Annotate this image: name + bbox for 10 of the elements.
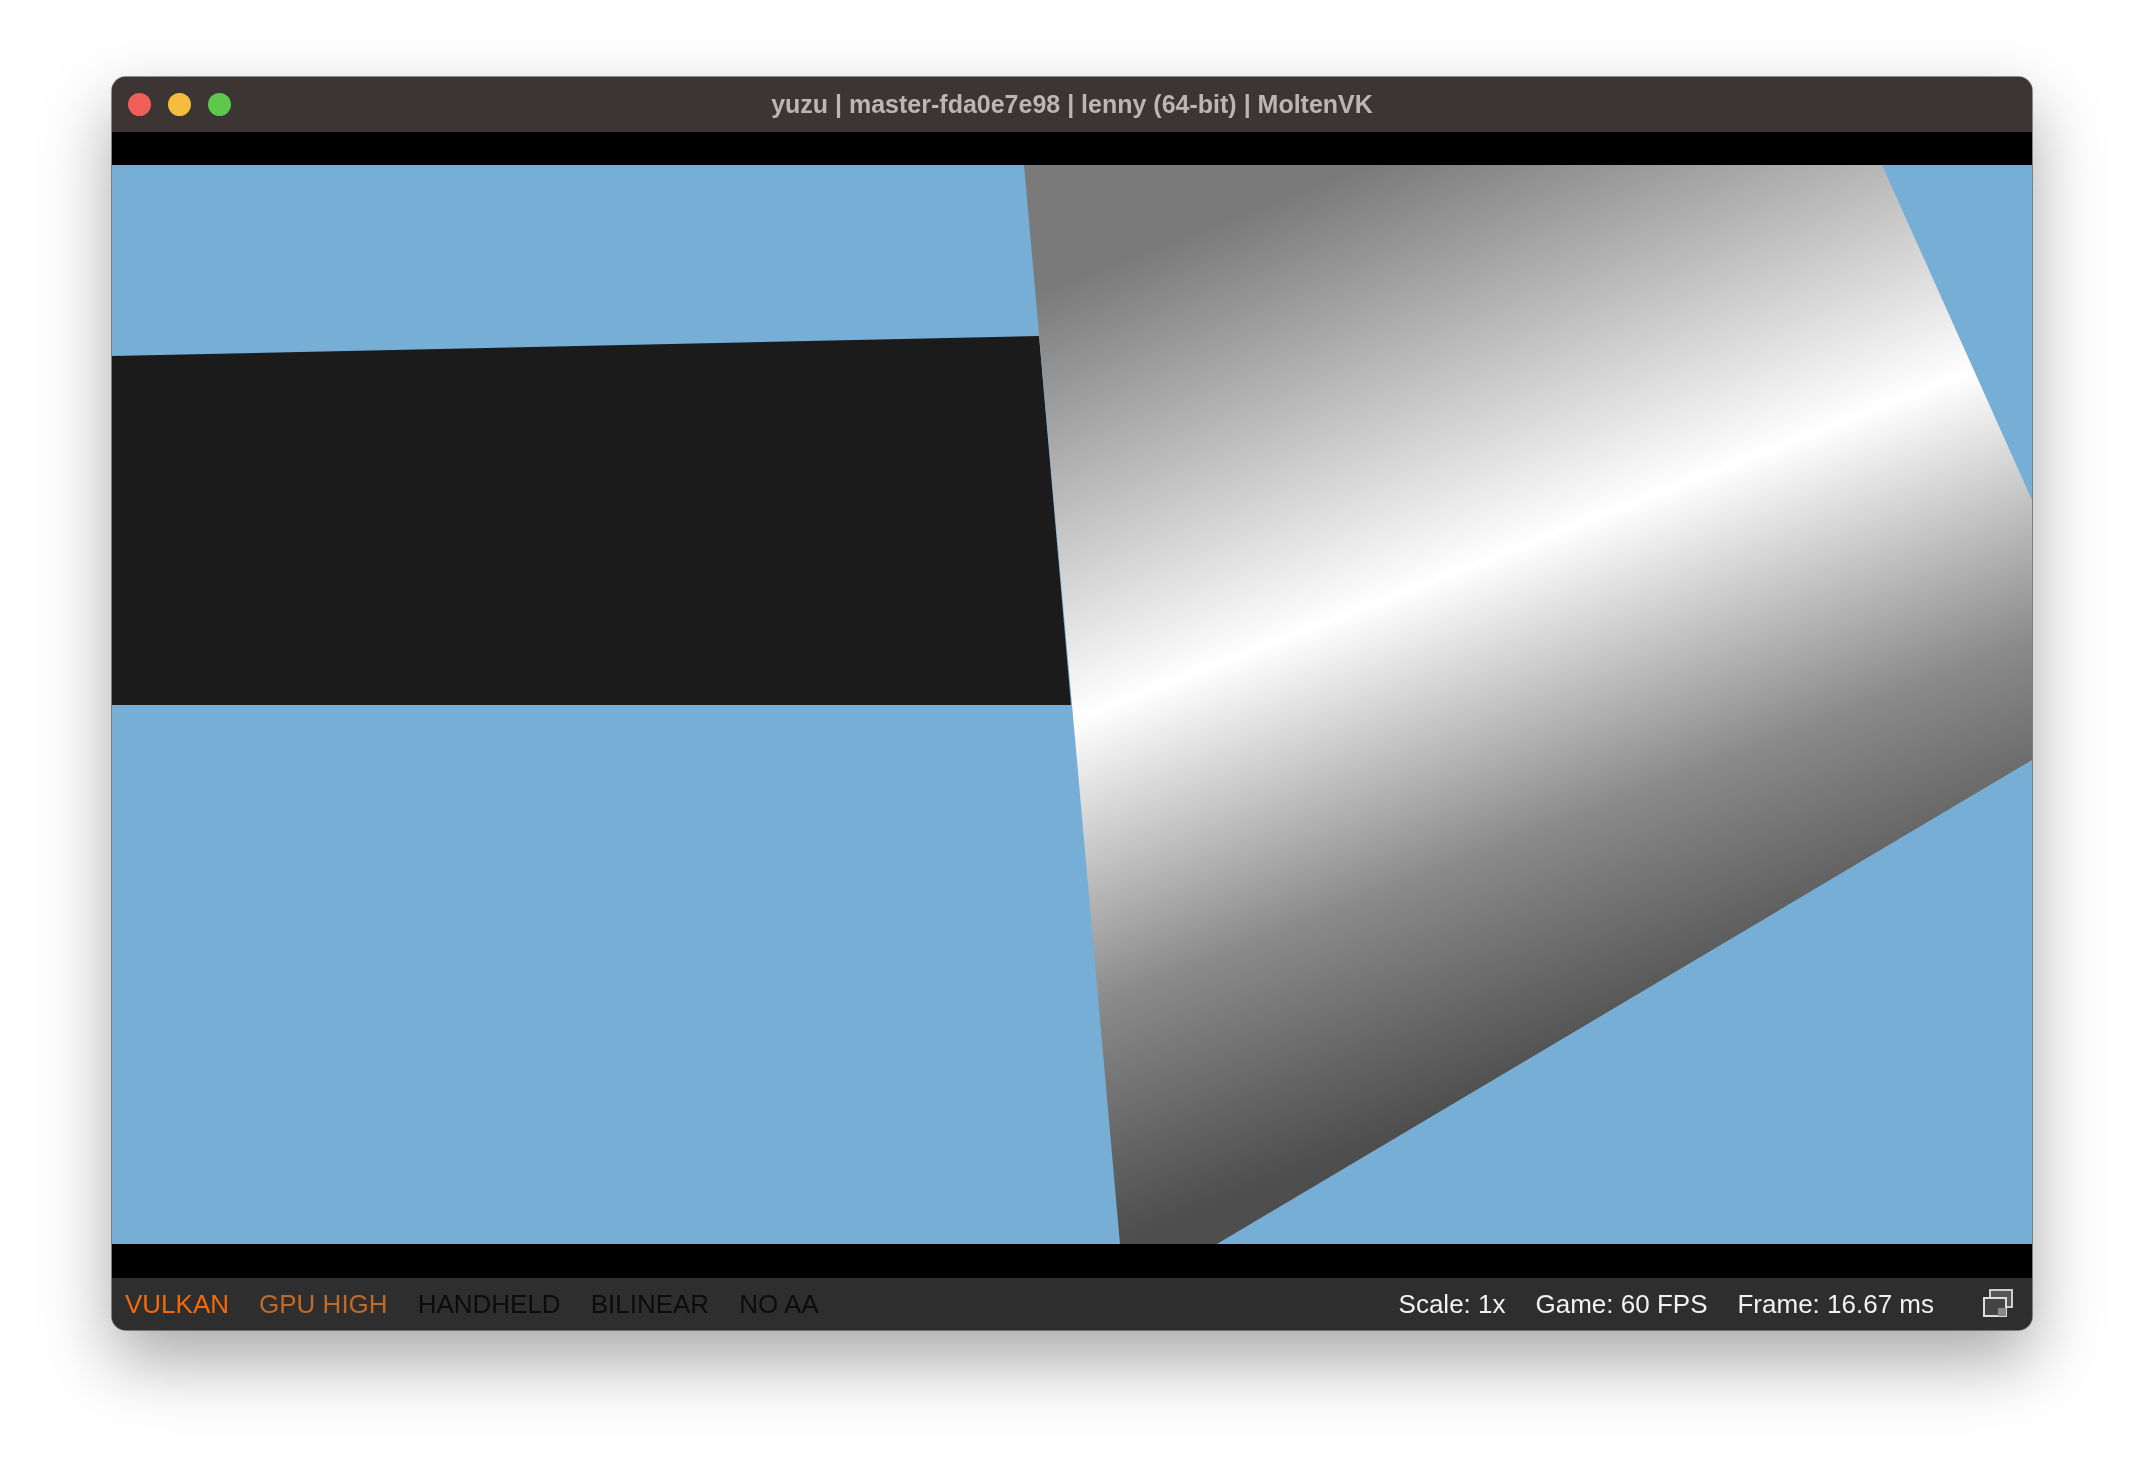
status-label: GPU HIGH	[259, 1288, 388, 1320]
zoom-button[interactable]	[208, 93, 231, 116]
minimize-button[interactable]	[168, 93, 191, 116]
status-reading: Frame: 16.67 ms	[1737, 1288, 1934, 1320]
status-reading: Game: 60 FPS	[1535, 1288, 1708, 1320]
status-reading: Scale: 1x	[1398, 1288, 1506, 1320]
close-button[interactable]	[128, 93, 151, 116]
window-title: yuzu | master-fda0e7e98 | lenny (64-bit) | MoltenVK	[771, 90, 1373, 119]
multi-window-icon[interactable]	[1982, 1289, 2014, 1319]
status-label: VULKAN	[125, 1288, 230, 1320]
